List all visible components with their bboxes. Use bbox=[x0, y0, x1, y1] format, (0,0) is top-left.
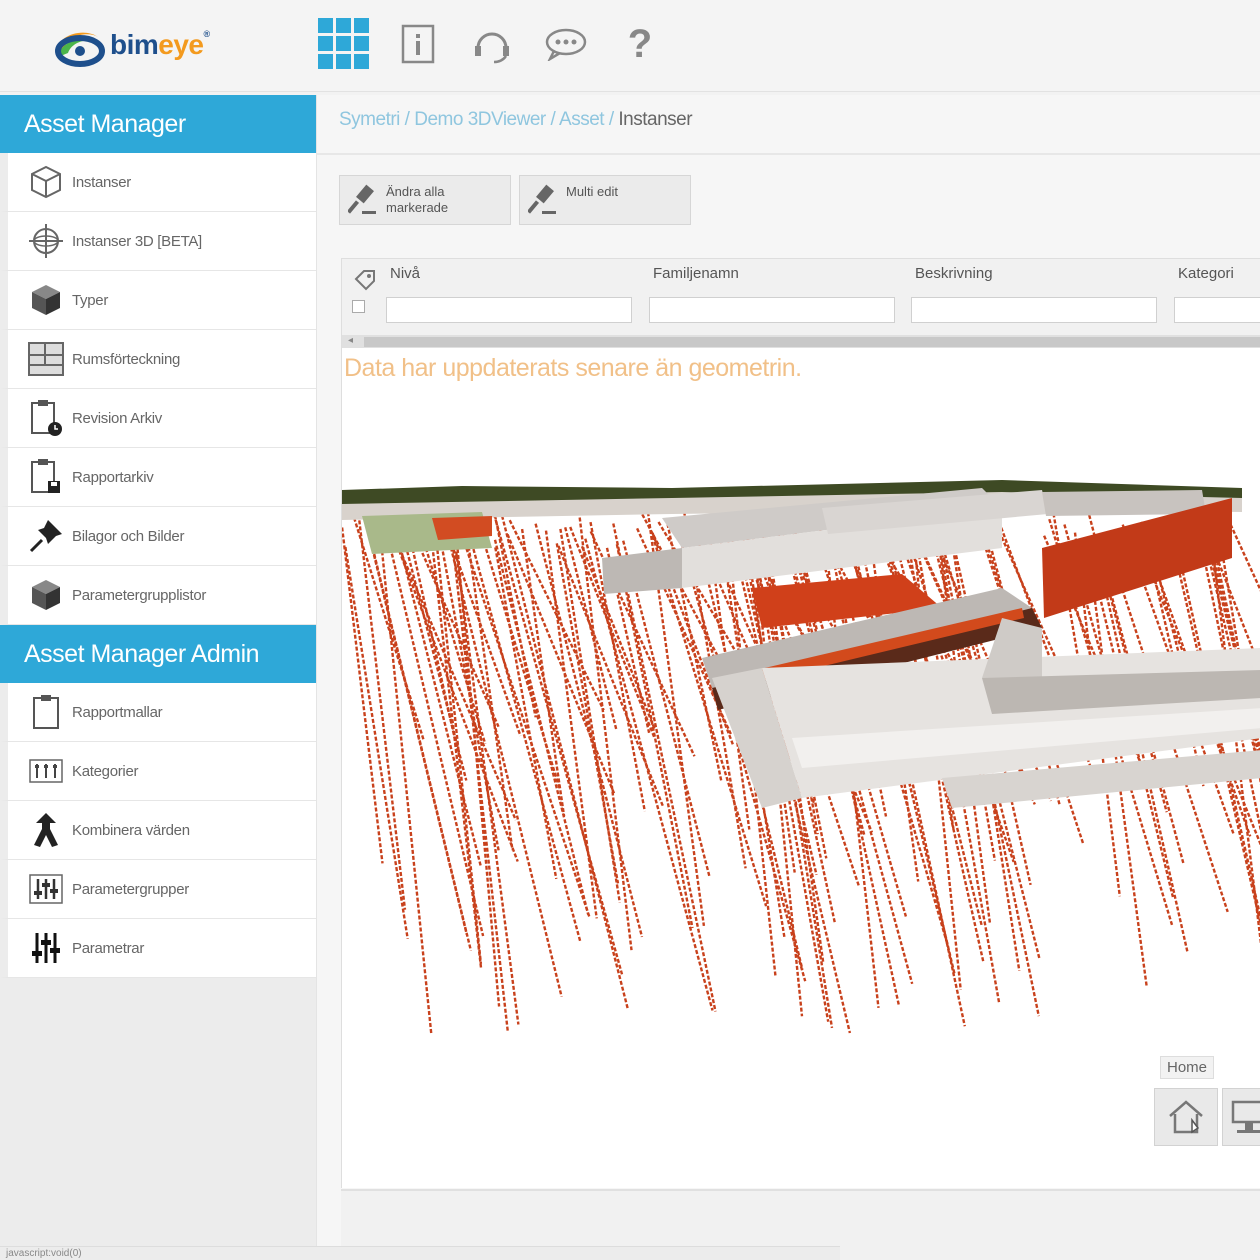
sidebar-item-label: Bilagor och Bilder bbox=[72, 527, 185, 545]
bimeye-logo[interactable]: bimeye® bbox=[50, 20, 210, 70]
sidebar-section-asset-manager-admin: Asset Manager Admin bbox=[0, 625, 316, 683]
select-all-checkbox[interactable] bbox=[352, 300, 365, 313]
monitor-icon bbox=[1231, 1100, 1260, 1133]
sidebar-item-instanser-3d-beta[interactable]: Instanser 3D [BETA] bbox=[0, 212, 316, 271]
breadcrumb: Symetri / Demo 3DViewer / Asset / Instan… bbox=[339, 109, 693, 130]
crosshair-globe-icon bbox=[26, 221, 66, 261]
filter-input-kategori[interactable] bbox=[1174, 297, 1260, 323]
sidebar-item-label: Rapportmallar bbox=[72, 703, 163, 721]
sidebar-item-label: Revision Arkiv bbox=[72, 409, 162, 427]
sidebar-section-asset-manager: Asset Manager « bbox=[0, 95, 334, 153]
support-headset-icon[interactable] bbox=[464, 16, 520, 72]
status-bar: javascript:void(0) bbox=[0, 1246, 840, 1260]
info-icon[interactable] bbox=[390, 16, 446, 72]
sidebar-item-parametergrupper[interactable]: Parametergrupper bbox=[0, 860, 316, 919]
chat-icon[interactable] bbox=[538, 16, 594, 72]
sidebar-item-label: Parametergrupper bbox=[72, 880, 189, 898]
column-header-beskrivning[interactable]: Beskrivning bbox=[915, 265, 993, 282]
change-all-selected-button[interactable]: Ändra alla markerade bbox=[339, 175, 511, 225]
breadcrumb-symetri[interactable]: Symetri bbox=[339, 109, 400, 130]
filter-input-niva[interactable] bbox=[386, 297, 632, 323]
screen-view-button[interactable] bbox=[1222, 1088, 1260, 1146]
sidebar-item-label: Parametergrupplistor bbox=[72, 586, 207, 604]
sidebar-item-label: Kombinera värden bbox=[72, 821, 190, 839]
gavel-icon bbox=[528, 184, 556, 214]
clipboard-save-icon bbox=[26, 457, 66, 497]
sidebar-item-label: Rumsförteckning bbox=[72, 350, 181, 368]
home-view-button[interactable] bbox=[1154, 1088, 1218, 1146]
apps-grid-icon[interactable] bbox=[316, 16, 372, 72]
filter-input-familjenamn[interactable] bbox=[649, 297, 895, 323]
sidebar-item-kategorier[interactable]: Kategorier bbox=[0, 742, 316, 801]
sidebar-item-label: Rapportarkiv bbox=[72, 468, 154, 486]
bridge-3d-model[interactable] bbox=[342, 478, 1260, 1038]
main-content: Symetri / Demo 3DViewer / Asset / Instan… bbox=[316, 95, 1260, 1260]
sidebar-item-bilagor-och-bilder[interactable]: Bilagor och Bilder bbox=[0, 507, 316, 566]
sidebar-item-rapportmallar[interactable]: Rapportmallar bbox=[0, 683, 316, 742]
horizontal-scrollbar[interactable]: ◂ bbox=[342, 335, 1260, 349]
bimeye-logo-icon bbox=[55, 32, 105, 67]
box-outline-icon bbox=[26, 162, 66, 202]
column-header-niva[interactable]: Nivå bbox=[390, 265, 420, 282]
sidebar: Asset Manager « Instanser Instanser 3D [B… bbox=[0, 95, 334, 1260]
filter-input-beskrivning[interactable] bbox=[911, 297, 1157, 323]
sidebar-item-rumsforteckning[interactable]: Rumsförteckning bbox=[0, 330, 316, 389]
column-header-familjenamn[interactable]: Familjenamn bbox=[653, 265, 739, 282]
sidebar-item-kombinera-varden[interactable]: Kombinera värden bbox=[0, 801, 316, 860]
sidebar-item-label: Instanser 3D [BETA] bbox=[72, 232, 202, 250]
gavel-icon bbox=[348, 184, 376, 214]
3d-viewer[interactable]: Data har uppdaterats senare än geometrin… bbox=[341, 348, 1260, 1188]
tag-icon[interactable] bbox=[354, 269, 376, 291]
sidebar-item-instanser[interactable]: Instanser bbox=[0, 153, 316, 212]
breadcrumb-asset[interactable]: Asset bbox=[559, 109, 605, 130]
top-bar: bimeye® ? bbox=[0, 0, 1260, 92]
toolbar: Ändra alla markerade Multi edit bbox=[339, 175, 699, 225]
sidebar-item-label: Parametrar bbox=[72, 939, 145, 957]
sidebar-item-typer[interactable]: Typer bbox=[0, 271, 316, 330]
bimeye-wordmark: bimeye® bbox=[110, 29, 210, 60]
sidebar-item-parametergrupplistor[interactable]: Parametergrupplistor bbox=[0, 566, 316, 625]
box-solid-icon bbox=[26, 280, 66, 320]
clipboard-clock-icon bbox=[26, 398, 66, 438]
sidebar-item-rapportarkiv[interactable]: Rapportarkiv bbox=[0, 448, 316, 507]
breadcrumb-current: Instanser bbox=[618, 109, 693, 130]
instance-grid: Nivå Familjenamn Beskrivning Kategori ◂ bbox=[341, 258, 1260, 349]
sidebar-item-label: Instanser bbox=[72, 173, 131, 191]
sliders-boxed-icon bbox=[26, 869, 66, 909]
pushpin-icon bbox=[26, 516, 66, 556]
breadcrumb-demo-3dviewer[interactable]: Demo 3DViewer bbox=[414, 109, 546, 130]
categories-icon bbox=[26, 751, 66, 791]
geometry-warning-text: Data har uppdaterats senare än geometrin… bbox=[344, 354, 802, 382]
sidebar-item-label: Typer bbox=[72, 291, 109, 309]
sidebar-item-parametrar[interactable]: Parametrar bbox=[0, 919, 316, 978]
home-icon bbox=[1169, 1100, 1203, 1134]
sidebar-item-label: Kategorier bbox=[72, 762, 139, 780]
home-tooltip: Home bbox=[1160, 1056, 1215, 1079]
sliders-icon bbox=[26, 928, 66, 968]
floorplan-icon bbox=[26, 339, 66, 379]
sidebar-item-revision-arkiv[interactable]: Revision Arkiv bbox=[0, 389, 316, 448]
merge-arrow-icon bbox=[26, 810, 66, 850]
clipboard-icon bbox=[26, 692, 66, 732]
multi-edit-button[interactable]: Multi edit bbox=[519, 175, 691, 225]
box-solid-icon bbox=[26, 575, 66, 615]
help-icon[interactable]: ? bbox=[612, 16, 668, 72]
scroll-left-icon[interactable]: ◂ bbox=[348, 335, 353, 346]
column-header-kategori[interactable]: Kategori bbox=[1178, 265, 1234, 282]
